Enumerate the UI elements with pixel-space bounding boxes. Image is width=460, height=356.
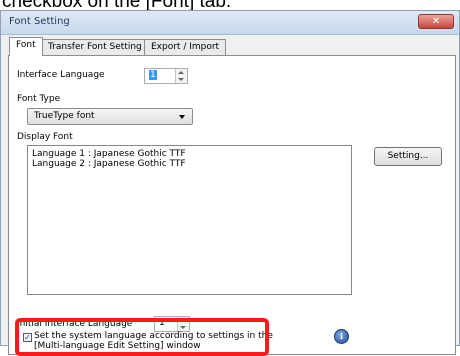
font-tab-panel: Interface Language 1 Font Type TrueType … [8, 55, 456, 355]
list-item[interactable]: Language 2 : Japanese Gothic TTF [32, 159, 347, 169]
chevron-up-icon[interactable] [178, 71, 184, 74]
font-type-label: Font Type [17, 94, 61, 104]
title-bar: Font Setting ✕ [1, 11, 459, 35]
highlight-box [15, 318, 269, 356]
tab-font-label: Font [16, 40, 36, 50]
window-title: Font Setting [9, 16, 70, 27]
tab-export-import-label: Export / Import [151, 42, 220, 52]
chevron-down-icon[interactable] [178, 78, 184, 81]
interface-language-spinner[interactable]: 1 [144, 68, 188, 84]
tab-font[interactable]: Font [9, 37, 43, 56]
info-icon[interactable]: i [334, 329, 349, 344]
tab-transfer-font-setting-label: Transfer Font Setting [48, 42, 142, 52]
font-setting-dialog: Font Setting ✕ Font Transfer Font Settin… [0, 10, 460, 355]
spinner-arrows[interactable] [175, 69, 187, 83]
display-font-list[interactable]: Language 1 : Japanese Gothic TTF Languag… [27, 145, 352, 295]
font-type-value: TrueType font [34, 111, 95, 121]
tab-transfer-font-setting[interactable]: Transfer Font Setting [41, 39, 149, 55]
display-font-label: Display Font [17, 132, 73, 142]
close-icon: ✕ [431, 16, 441, 27]
interface-language-value: 1 [149, 70, 157, 80]
font-type-dropdown[interactable]: TrueType font [27, 108, 193, 125]
tab-export-import[interactable]: Export / Import [144, 39, 227, 55]
chevron-down-icon [179, 115, 185, 119]
interface-language-label: Interface Language [17, 70, 105, 80]
setting-button[interactable]: Setting... [374, 147, 442, 166]
close-button[interactable]: ✕ [418, 14, 454, 29]
list-item[interactable]: Language 1 : Japanese Gothic TTF [32, 149, 347, 159]
